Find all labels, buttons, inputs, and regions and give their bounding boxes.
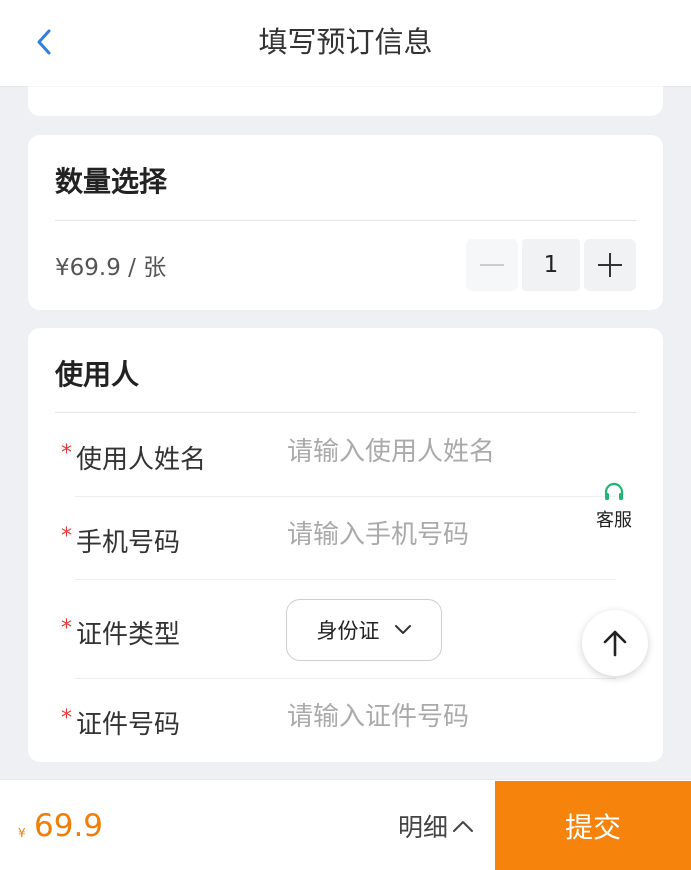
row-divider <box>75 496 616 497</box>
required-mark: * <box>61 524 72 549</box>
field-label-phone: 手机号码 <box>76 528 181 558</box>
field-label-name: 使用人姓名 <box>76 445 207 475</box>
row-divider <box>75 678 616 679</box>
field-row-phone: * 手机号码 <box>55 498 636 580</box>
customer-service-button[interactable]: 客服 <box>589 482 639 532</box>
field-label-id-type: 证件类型 <box>76 620 181 650</box>
field-label-id-number: 证件号码 <box>76 710 181 740</box>
chevron-up-icon <box>453 821 474 832</box>
field-row-id-type: * 证件类型 身份证 <box>55 599 636 679</box>
phone-input[interactable] <box>287 520 617 550</box>
page-title: 填写预订信息 <box>258 25 433 59</box>
field-row-name: * 使用人姓名 <box>55 415 636 497</box>
customer-service-label: 客服 <box>596 510 632 531</box>
back-to-top-button[interactable] <box>582 610 648 676</box>
required-mark: * <box>61 706 72 731</box>
id-type-value: 身份证 <box>316 619 380 643</box>
id-type-select[interactable]: 身份证 <box>286 599 442 661</box>
currency-symbol: ¥ <box>18 826 26 840</box>
header-bar: 填写预订信息 <box>0 0 691 86</box>
row-divider <box>75 579 616 580</box>
bottom-bar: ¥ 69.9 明细 提交 <box>0 779 691 870</box>
submit-button[interactable]: 提交 <box>495 781 691 870</box>
user-card-title: 使用人 <box>55 358 140 391</box>
user-divider <box>55 412 636 413</box>
price-detail-label: 明细 <box>398 813 449 842</box>
chevron-down-icon <box>394 625 411 634</box>
quantity-value[interactable]: 1 <box>522 239 580 291</box>
unit-price: ¥69.9 / 张 <box>55 255 167 281</box>
increase-button[interactable] <box>584 239 636 291</box>
price-detail-button[interactable]: 明细 <box>398 808 474 844</box>
plus-icon <box>598 253 622 277</box>
headset-icon <box>604 482 624 500</box>
total-price: 69.9 <box>34 808 104 844</box>
minus-icon <box>480 264 504 266</box>
field-row-id-number: * 证件号码 <box>55 680 636 762</box>
id-number-input[interactable] <box>287 702 617 732</box>
required-mark: * <box>61 616 72 641</box>
user-card: 使用人 * 使用人姓名 * 手机号码 * 证件类型 身份证 * 证件号码 <box>28 328 663 762</box>
required-mark: * <box>61 441 72 466</box>
decrease-button[interactable] <box>466 239 518 291</box>
quantity-stepper: 1 <box>466 239 636 291</box>
name-input[interactable] <box>287 437 617 467</box>
quantity-card: 数量选择 ¥69.9 / 张 1 <box>28 135 663 310</box>
arrow-up-icon <box>603 630 627 657</box>
quantity-card-title: 数量选择 <box>55 165 168 198</box>
quantity-divider <box>55 220 636 221</box>
